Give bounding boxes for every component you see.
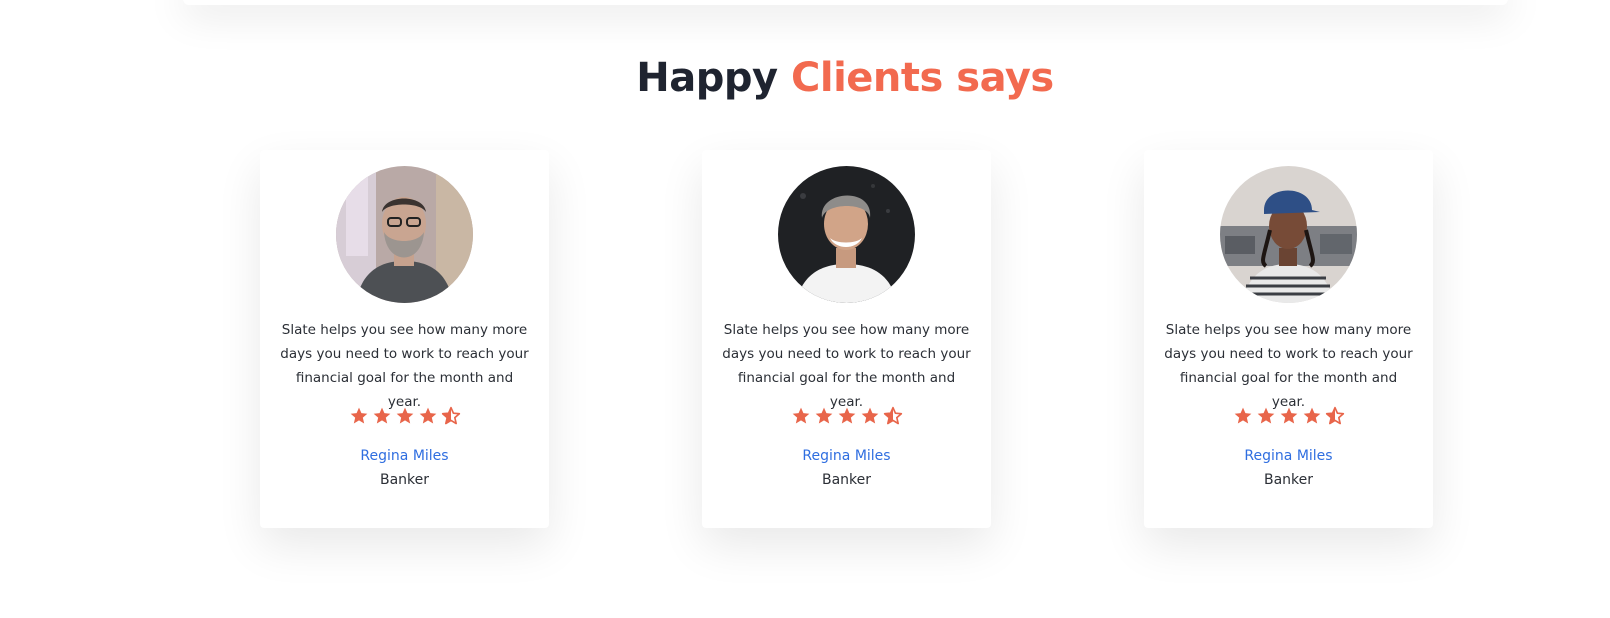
- star-full-icon: [373, 407, 390, 424]
- section-title: Happy Clients says: [0, 46, 1610, 110]
- client-role: Banker: [1263, 472, 1314, 488]
- avatar: [336, 166, 473, 303]
- testimonial-quote: Slate helps you see how many more days y…: [722, 322, 971, 410]
- avatar: [778, 166, 915, 303]
- testimonials-page: Happy Clients says Slate helps you see h…: [0, 0, 1610, 618]
- section-title-part1: Happy: [636, 55, 778, 101]
- star-full-icon: [350, 407, 367, 424]
- testimonial-quote: Slate helps you see how many more days y…: [280, 322, 529, 410]
- client-name-link[interactable]: Regina Miles: [702, 446, 991, 466]
- star-half-icon: [441, 406, 460, 425]
- star-full-icon: [861, 407, 878, 424]
- star-full-icon: [1257, 407, 1274, 424]
- star-rating: [260, 406, 549, 426]
- star-full-icon: [815, 407, 832, 424]
- client-name-link[interactable]: Regina Miles: [260, 446, 549, 466]
- star-half-icon: [883, 406, 902, 425]
- client-role: Banker: [379, 472, 430, 488]
- avatar: [1220, 166, 1357, 303]
- star-full-icon: [1234, 407, 1251, 424]
- star-full-icon: [1303, 407, 1320, 424]
- testimonial-card: Slate helps you see how many more days y…: [260, 150, 549, 528]
- star-full-icon: [838, 407, 855, 424]
- star-half-icon: [1325, 406, 1344, 425]
- star-rating: [702, 406, 991, 426]
- client-name-link[interactable]: Regina Miles: [1144, 446, 1433, 466]
- star-rating: [1144, 406, 1433, 426]
- testimonial-card: Slate helps you see how many more days y…: [1144, 150, 1433, 528]
- star-full-icon: [792, 407, 809, 424]
- testimonial-quote: Slate helps you see how many more days y…: [1164, 322, 1413, 410]
- top-content-panel: [183, 0, 1508, 5]
- star-full-icon: [1280, 407, 1297, 424]
- section-title-part2: Clients says: [791, 55, 1054, 101]
- star-full-icon: [396, 407, 413, 424]
- client-role: Banker: [821, 472, 872, 488]
- testimonial-card: Slate helps you see how many more days y…: [702, 150, 991, 528]
- star-full-icon: [419, 407, 436, 424]
